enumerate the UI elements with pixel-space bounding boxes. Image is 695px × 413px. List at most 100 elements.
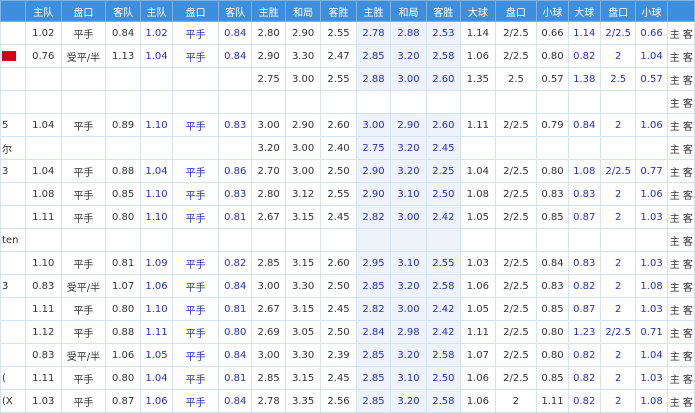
column-header: 客胜 xyxy=(425,0,462,22)
odds-cell: 平手 xyxy=(172,182,220,206)
odds-cell xyxy=(25,67,62,91)
table-row[interactable]: 1.02 平手 0.84 1.02 平手 0.84 2.80 2.90 2.55 2.78 2.88… xyxy=(0,21,695,45)
odds-cell: 2/2.5 xyxy=(494,343,538,367)
odds-cell: 0.83 xyxy=(536,274,569,298)
odds-cell: 2.85 xyxy=(355,274,392,298)
table-row[interactable]: 0.83 受平/半 1.06 1.05 平手 0.84 3.00 3.30 2.39 2.85 3.… xyxy=(0,343,695,367)
odds-cell: 2.50 xyxy=(425,366,462,390)
odds-cell: 2.70 xyxy=(251,159,286,183)
odds-cell: 平手 xyxy=(60,182,107,206)
match-name-cell[interactable] xyxy=(0,21,27,45)
match-name-cell[interactable] xyxy=(0,205,27,229)
odds-cell: 2/2.5 xyxy=(599,320,637,344)
home-away-link[interactable]: 主 客 xyxy=(666,159,695,183)
match-name-cell[interactable] xyxy=(0,44,27,68)
match-name-cell[interactable]: 尔 xyxy=(0,136,27,160)
match-name-cell[interactable] xyxy=(0,251,27,275)
match-name-cell[interactable] xyxy=(0,90,27,114)
home-away-link[interactable]: 主 客 xyxy=(666,274,695,298)
home-away-link[interactable]: 主 客 xyxy=(666,113,695,137)
odds-cell: 3.12 xyxy=(284,182,322,206)
table-row[interactable]: 1.10 平手 0.81 1.09 平手 0.82 2.85 3.15 2.60 2.95 3.10… xyxy=(0,251,695,275)
home-away-link[interactable]: 主 客 xyxy=(666,205,695,229)
odds-cell: 3.35 xyxy=(284,389,322,413)
table-row[interactable]: 1.11 平手 0.80 1.10 平手 0.81 2.67 3.15 2.45 2.82 3.00… xyxy=(0,297,695,321)
match-name-cell[interactable]: 3 xyxy=(0,159,27,183)
odds-cell: 2.90 xyxy=(251,44,286,68)
odds-cell: 2.88 xyxy=(390,21,427,45)
odds-cell: 平手 xyxy=(172,389,220,413)
odds-cell: 0.83 xyxy=(218,113,253,137)
home-away-link[interactable]: 主 客 xyxy=(666,389,695,413)
odds-cell: 2.60 xyxy=(320,113,357,137)
odds-cell: 1.04 xyxy=(460,159,496,183)
match-name-cell[interactable]: (X xyxy=(0,389,27,413)
odds-cell: 平手 xyxy=(60,21,107,45)
match-name-cell[interactable] xyxy=(0,67,27,91)
home-away-link[interactable]: 主 客 xyxy=(666,90,695,114)
home-away-link[interactable]: 主 客 xyxy=(666,297,695,321)
odds-cell: 1.14 xyxy=(567,21,601,45)
match-name-cell[interactable]: ( xyxy=(0,366,27,390)
odds-cell: 1.04 xyxy=(139,44,174,68)
odds-cell: 2.45 xyxy=(320,297,357,321)
match-name-cell[interactable] xyxy=(0,182,27,206)
table-row[interactable]: 1.08 平手 0.85 1.10 平手 0.83 2.80 3.12 2.55 2.90 3.10… xyxy=(0,182,695,206)
table-row[interactable]: (1.11 平手 0.80 1.04 平手 0.81 2.85 3.15 2.45 2.85 3.1… xyxy=(0,366,695,390)
match-name-cell[interactable]: 3 xyxy=(0,274,27,298)
odds-cell: 2/2.5 xyxy=(494,44,538,68)
home-away-link[interactable]: 主 客 xyxy=(666,366,695,390)
match-name-cell[interactable] xyxy=(0,297,27,321)
home-away-link[interactable]: 主 客 xyxy=(666,21,695,45)
header-row: 主队 盘口 客队 主队 盘口 客队 主胜 和局 客胜 主胜 和局 客胜 大球 盘口 小球 大球 盘口 小球 xyxy=(0,0,695,22)
match-name-cell[interactable]: 5 xyxy=(0,113,27,137)
home-away-link[interactable]: 主 客 xyxy=(666,228,695,252)
table-row[interactable]: 尔 3.20 3.00 2.40 2.75 3.20 2.45 主 客 xyxy=(0,136,695,160)
column-header: 客胜 xyxy=(320,0,357,22)
odds-cell xyxy=(567,228,601,252)
table-row[interactable]: 3 0.83 受平/半 1.07 1.06 平手 0.84 3.00 3.30 2.50 2.85 3… xyxy=(0,274,695,298)
empty-cell xyxy=(251,90,286,114)
home-away-link[interactable]: 主 客 xyxy=(666,44,695,68)
odds-cell: 平手 xyxy=(172,251,220,275)
odds-cell: 0.81 xyxy=(218,205,253,229)
table-row[interactable]: 3 1.04 平手 0.88 1.04 平手 0.86 2.70 3.00 2.50 2.90 3.2… xyxy=(0,159,695,183)
odds-cell: 1.02 xyxy=(25,21,62,45)
odds-cell: 2.45 xyxy=(320,366,357,390)
odds-cell xyxy=(599,136,637,160)
odds-cell: 0.83 xyxy=(567,251,601,275)
table-row[interactable]: 1.12 平手 0.88 1.11 平手 0.80 2.69 3.05 2.50 2.84 2.98… xyxy=(0,320,695,344)
home-away-link[interactable]: 主 客 xyxy=(666,182,695,206)
odds-cell: 2.82 xyxy=(355,297,392,321)
home-away-link[interactable]: 主 客 xyxy=(666,320,695,344)
match-name-cell[interactable] xyxy=(0,343,27,367)
odds-cell: 3.20 xyxy=(390,136,427,160)
odds-cell xyxy=(494,228,538,252)
table-row[interactable]: 2.75 3.00 2.55 2.88 3.00 2.60 1.35 2.5 0.57 1.38 2… xyxy=(0,67,695,91)
table-row[interactable]: ten 主 客 xyxy=(0,228,695,252)
odds-cell: 0.85 xyxy=(536,297,569,321)
match-name-cell[interactable] xyxy=(0,320,27,344)
odds-cell: 2.60 xyxy=(320,251,357,275)
table-row[interactable]: 主 客 xyxy=(0,90,695,114)
odds-cell xyxy=(355,228,392,252)
odds-cell: 2 xyxy=(494,389,538,413)
odds-cell: 2.45 xyxy=(425,136,462,160)
table-row[interactable]: 0.76 受平/半 1.13 1.04 平手 0.84 2.90 3.30 2.47 2.85 3.… xyxy=(0,44,695,68)
home-away-link[interactable]: 主 客 xyxy=(666,343,695,367)
empty-cell xyxy=(599,90,637,114)
odds-cell: 3.10 xyxy=(390,182,427,206)
odds-cell: 0.77 xyxy=(635,159,668,183)
odds-cell: 0.82 xyxy=(218,251,253,275)
table-row[interactable]: 5 1.04 平手 0.89 1.10 平手 0.83 3.00 2.90 2.60 3.00 2.9… xyxy=(0,113,695,137)
match-name-cell[interactable]: ten xyxy=(0,228,27,252)
home-away-link[interactable]: 主 客 xyxy=(666,67,695,91)
empty-cell xyxy=(567,90,601,114)
odds-cell: 1.14 xyxy=(460,21,496,45)
table-row[interactable]: (X 1.03 平手 0.87 1.06 平手 0.84 2.78 3.35 2.56 2.85 3.… xyxy=(0,389,695,413)
table-row[interactable]: 1.11 平手 0.80 1.10 平手 0.81 2.67 3.15 2.45 2.82 3.00… xyxy=(0,205,695,229)
odds-cell: 0.80 xyxy=(105,297,141,321)
home-away-link[interactable]: 主 客 xyxy=(666,136,695,160)
home-away-link[interactable]: 主 客 xyxy=(666,251,695,275)
odds-cell: 3.15 xyxy=(284,251,322,275)
